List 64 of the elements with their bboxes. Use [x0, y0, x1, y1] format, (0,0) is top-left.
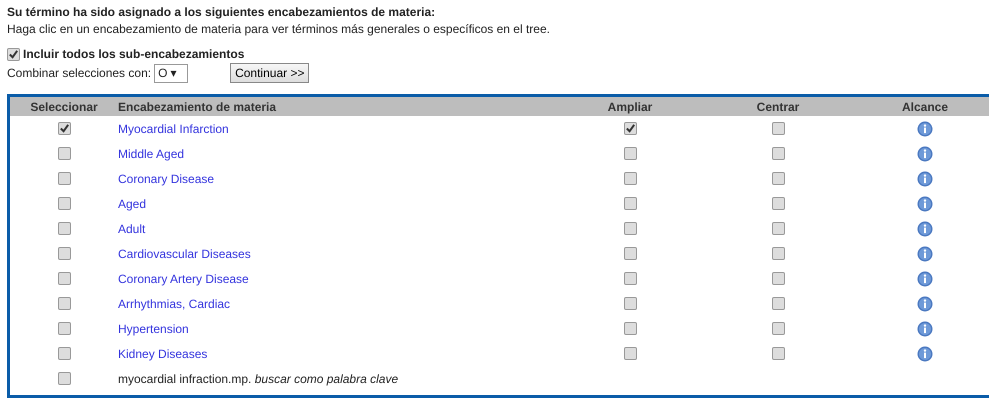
select-checkbox[interactable] — [58, 347, 70, 360]
subject-heading-link[interactable]: Arrhythmias, Cardiac — [118, 296, 230, 310]
focus-checkbox[interactable] — [772, 147, 784, 160]
explode-checkbox[interactable] — [624, 347, 636, 360]
include-checkbox[interactable] — [7, 48, 20, 60]
select-checkbox[interactable] — [58, 122, 70, 135]
instructions: Haga clic en un encabezamiento de materia para ver términos más generales o específicos en el tree. — [7, 21, 551, 38]
info-icon[interactable] — [917, 270, 933, 286]
subject-heading-link[interactable]: Middle Aged — [118, 146, 184, 160]
explode-checkbox[interactable] — [624, 322, 636, 335]
column-header: Seleccionar — [29, 100, 99, 114]
include-label: Incluir todos los sub-encabezamientos — [23, 47, 244, 61]
subject-heading-link[interactable]: Adult — [118, 222, 146, 236]
subject-heading-link[interactable]: Kidney Diseases — [118, 346, 208, 360]
select-checkbox[interactable] — [58, 222, 70, 235]
select-checkbox[interactable] — [58, 147, 70, 160]
focus-checkbox[interactable] — [772, 347, 784, 360]
explode-checkbox[interactable] — [624, 147, 636, 160]
explode-checkbox[interactable] — [624, 247, 636, 260]
focus-checkbox[interactable] — [772, 322, 784, 335]
info-icon[interactable] — [917, 246, 933, 262]
explode-checkbox[interactable] — [624, 197, 636, 210]
explode-checkbox[interactable] — [624, 222, 636, 235]
explode-checkbox[interactable] — [624, 297, 636, 310]
column-header: Encabezamiento de materia — [118, 100, 278, 114]
select-checkbox[interactable] — [58, 297, 70, 310]
combine-select[interactable]: O ▾ — [154, 64, 188, 82]
select-checkbox[interactable] — [58, 272, 70, 285]
info-icon[interactable] — [917, 320, 933, 336]
column-header: Alcance — [900, 100, 950, 114]
select-checkbox[interactable] — [58, 372, 70, 385]
explode-checkbox[interactable] — [624, 172, 636, 185]
select-checkbox[interactable] — [58, 247, 70, 260]
info-icon[interactable] — [917, 346, 933, 362]
info-icon[interactable] — [917, 220, 933, 236]
column-header: Ampliar — [606, 100, 654, 114]
heading: Su término ha sido asignado a los siguientes encabezamientos de materia: — [7, 4, 436, 21]
info-icon[interactable] — [917, 296, 933, 312]
subject-heading-link[interactable]: Coronary Disease — [118, 172, 214, 186]
focus-checkbox[interactable] — [772, 247, 784, 260]
info-icon[interactable] — [917, 170, 933, 186]
subject-heading-link[interactable]: Cardiovascular Diseases — [118, 246, 251, 260]
info-icon[interactable] — [917, 196, 933, 212]
explode-checkbox[interactable] — [624, 122, 636, 135]
select-checkbox[interactable] — [58, 172, 70, 185]
column-header: Centrar — [756, 100, 800, 114]
select-checkbox[interactable] — [58, 197, 70, 210]
info-icon[interactable] — [917, 120, 933, 136]
subject-heading-link[interactable]: Aged — [118, 196, 146, 210]
focus-checkbox[interactable] — [772, 297, 784, 310]
explode-checkbox[interactable] — [624, 272, 636, 285]
subject-heading-link[interactable]: Coronary Artery Disease — [118, 272, 249, 286]
focus-checkbox[interactable] — [772, 122, 784, 135]
focus-checkbox[interactable] — [772, 197, 784, 210]
subject-heading-link[interactable]: Myocardial Infarction — [118, 122, 229, 136]
focus-checkbox[interactable] — [772, 222, 784, 235]
select-checkbox[interactable] — [58, 322, 70, 335]
continue-button[interactable]: Continuar >> — [230, 63, 310, 83]
focus-checkbox[interactable] — [772, 172, 784, 185]
info-icon[interactable] — [917, 146, 933, 162]
keyword-search-text: myocardial infraction.mp. buscar como palabra clave — [118, 372, 400, 386]
subject-heading-link[interactable]: Hypertension — [118, 322, 189, 336]
focus-checkbox[interactable] — [772, 272, 784, 285]
combine-label: Combinar selecciones con: — [7, 66, 152, 80]
